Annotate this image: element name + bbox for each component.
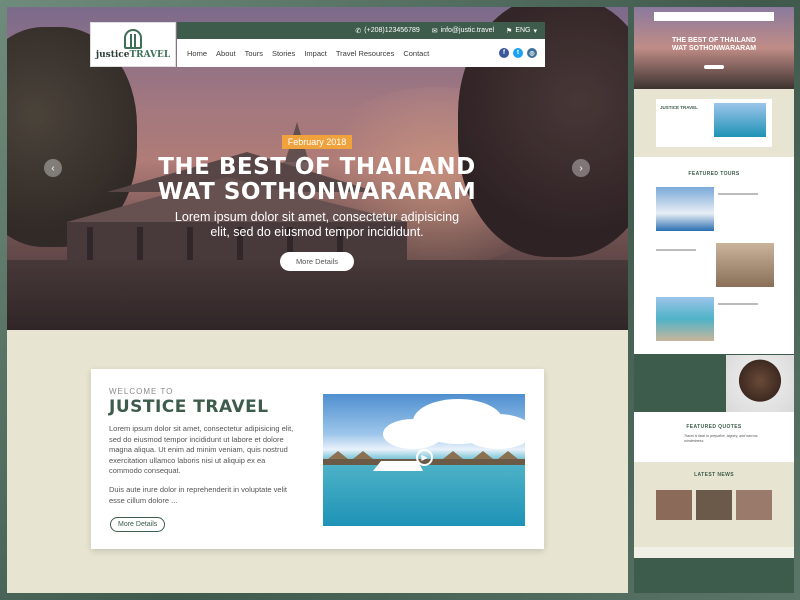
logo[interactable]: justiceTRAVEL [90,22,176,67]
preview-portrait [726,355,794,412]
logo-word-travel: TRAVEL [129,50,171,60]
birdcage-logo-icon [124,29,142,49]
social-links: f t ◎ [499,48,537,58]
nav-home[interactable]: Home [187,49,207,58]
logo-text: justiceTRAVEL [96,50,170,60]
preview-newsletter-bar [634,547,794,558]
preview-line [718,193,758,195]
welcome-eyebrow: WELCOME TO [109,387,174,396]
preview-latest-news: LATEST NEWS [634,462,794,547]
welcome-paragraph-2: Duis aute irure dolor in reprehenderit i… [109,485,288,505]
preview-welcome: JUSTICE TRAVEL [634,89,794,157]
preview-welcome-image [714,103,766,137]
preview-quotes-heading: FEATURED QUOTES [686,424,742,430]
slider-prev-arrow[interactable]: ‹ [44,159,62,177]
preview-tour-image [716,243,774,287]
welcome-section: WELCOME TO JUSTICE TRAVEL Lorem ipsum do… [91,369,544,549]
preview-welcome-title: JUSTICE TRAVEL [660,105,698,110]
preview-quote-text: Travel is fatal to prejudice, bigotry, a… [684,434,759,443]
chevron-right-icon: › [579,162,583,174]
nav-about[interactable]: About [216,49,236,58]
hero-subtitle-line1: Lorem ipsum dolor sit amet, consectetur … [174,210,460,224]
preview-hero-title: THE BEST OF THAILAND WAT SOTHONWARARAM [634,37,794,53]
hero-date-badge: February 2018 [281,135,353,149]
hero-title-line2: WAT SOTHONWARARAM [157,179,477,205]
hero-subtitle: Lorem ipsum dolor sit amet, consectetur … [157,210,477,240]
hero-title-line1: THE BEST OF THAILAND [158,154,476,180]
preview-hero-title-line2: WAT SOTHONWARARAM [671,45,757,52]
preview-news-image [736,490,772,520]
slider-next-arrow[interactable]: › [572,159,590,177]
cloud-shape [383,419,443,449]
hero-title: THE BEST OF THAILAND WAT SOTHONWARARAM [157,155,477,205]
preview-featured-quotes: FEATURED QUOTES Travel is fatal to preju… [634,412,794,462]
welcome-more-details-button[interactable]: More Details [110,517,166,532]
nav-impact[interactable]: Impact [304,49,327,58]
preview-news-image [656,490,692,520]
website-mockup: ‹ › February 2018 THE BEST OF THAILAND W… [7,7,628,593]
preview-line [656,249,696,251]
full-page-preview: THE BEST OF THAILAND WAT SOTHONWARARAM J… [634,7,794,593]
navbar: justiceTRAVEL Home About Tours Stories I… [90,22,545,67]
preview-navbar [654,12,774,21]
instagram-icon[interactable]: ◎ [527,48,537,58]
preview-line [718,303,758,305]
preview-featured-tours-heading: FEATURED TOURS [688,171,740,177]
twitter-icon[interactable]: t [513,48,523,58]
preview-news-image [696,490,732,520]
welcome-title: JUSTICE TRAVEL [109,397,269,417]
preview-tour-image [656,297,714,341]
logo-word-justice: justice [95,50,130,60]
main-menu: Home About Tours Stories Impact Travel R… [177,39,545,67]
cloud-shape [463,414,525,449]
preview-hero-button [704,65,724,69]
play-icon[interactable]: ▶ [416,449,433,466]
welcome-video-thumbnail[interactable]: ▶ [323,394,525,526]
nav-tours[interactable]: Tours [245,49,263,58]
preview-featured-tours: FEATURED TOURS [634,157,794,354]
preview-hero: THE BEST OF THAILAND WAT SOTHONWARARAM [634,7,794,89]
welcome-paragraph-1: Lorem ipsum dolor sit amet, consectetur … [109,424,294,475]
hero-more-details-button[interactable]: More Details [279,252,355,271]
preview-footer [634,547,794,593]
chevron-left-icon: ‹ [51,162,55,174]
preview-tour-image [656,187,714,231]
preview-news-heading: LATEST NEWS [694,472,734,478]
facebook-icon[interactable]: f [499,48,509,58]
nav-travel-resources[interactable]: Travel Resources [336,49,395,58]
hero-subtitle-line2: elit, sed do eiusmod tempor incididunt. [210,225,424,239]
preview-hero-title-line1: THE BEST OF THAILAND [672,37,756,44]
hero-content: February 2018 THE BEST OF THAILAND WAT S… [157,132,477,271]
nav-stories[interactable]: Stories [272,49,295,58]
nav-contact[interactable]: Contact [403,49,429,58]
